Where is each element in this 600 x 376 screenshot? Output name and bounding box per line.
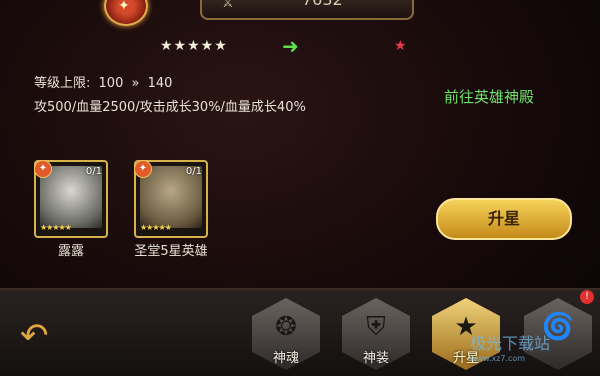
material-name: 露露 bbox=[57, 244, 84, 259]
watermark-text: 极光下载站 bbox=[470, 334, 551, 353]
material-count: 0/1 bbox=[185, 166, 202, 177]
current-stars: ★★★★★ bbox=[160, 38, 228, 54]
level-cap-label: 等级上限: bbox=[34, 76, 91, 91]
stats-text: 攻500/血量2500/攻击成长30%/血量成长40% bbox=[34, 100, 306, 115]
tab-label: 神魂 bbox=[272, 351, 299, 366]
mini-stars: ★★★★★ bbox=[40, 223, 72, 232]
armor-icon: ⛨ bbox=[366, 312, 386, 342]
hero-hall-link[interactable]: 前往英雄神殿 bbox=[444, 86, 534, 107]
element-orb-icon: ✦ bbox=[134, 160, 152, 178]
crossed-swords-icon: ⚔ bbox=[222, 0, 234, 11]
watermark-url: www.xz7.com bbox=[470, 354, 526, 363]
back-arrow-icon[interactable]: ↶ bbox=[20, 316, 49, 356]
chevron-right-icon: » bbox=[131, 76, 140, 91]
level-cap-from: 100 bbox=[98, 76, 124, 91]
mini-stars: ★★★★★ bbox=[140, 223, 172, 232]
level-cap-to: 140 bbox=[147, 76, 173, 91]
soul-icon: ❂ bbox=[275, 312, 297, 342]
material-count: 0/1 bbox=[85, 166, 102, 177]
material-card-5star-hero[interactable]: ✦ 0/1 ★★★★★ bbox=[134, 160, 208, 238]
tab-label: 神装 bbox=[362, 351, 389, 366]
watermark: 极光下载站 www.xz7.com bbox=[470, 330, 550, 363]
material-name: 圣堂5星英雄 bbox=[134, 244, 208, 259]
tab-soul[interactable]: ❂ 神魂 bbox=[252, 298, 320, 370]
material-card-lulu[interactable]: ✦ 0/1 ★★★★★ bbox=[34, 160, 108, 238]
notification-badge: ! bbox=[580, 290, 594, 304]
element-orb-icon: ✦ bbox=[34, 160, 52, 178]
upgrade-arrow-icon: ➜ bbox=[282, 34, 299, 58]
target-star-icon: ★ bbox=[394, 38, 407, 54]
power-value: 7632 bbox=[302, 0, 343, 9]
level-cap: 等级上限: 100 » 140 bbox=[34, 72, 176, 91]
power-bar: ⚔ 7632 bbox=[200, 0, 414, 20]
star-up-button[interactable]: 升星 bbox=[436, 198, 572, 240]
tab-armor[interactable]: ⛨ 神装 bbox=[342, 298, 410, 370]
emblem-icon: ✦ bbox=[104, 0, 148, 26]
